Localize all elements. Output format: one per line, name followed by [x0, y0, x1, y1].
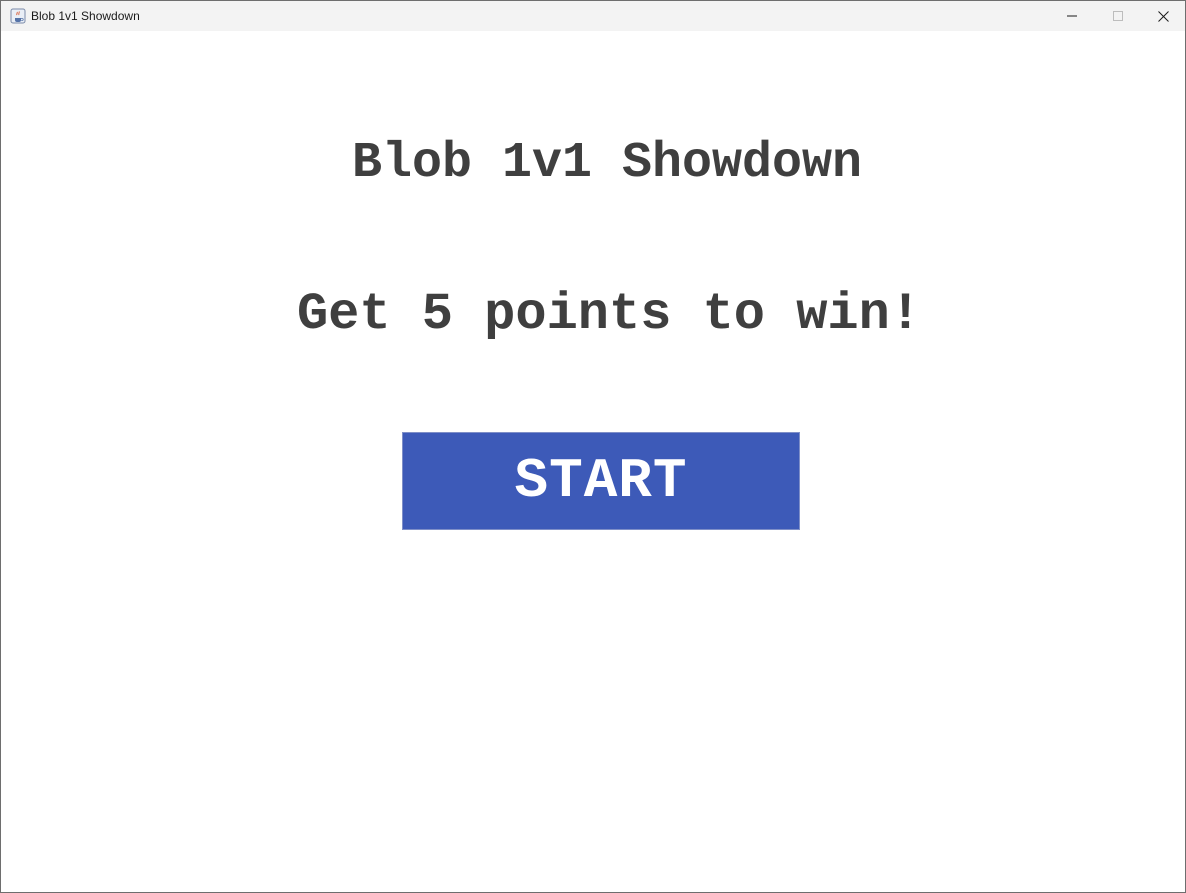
app-window: Blob 1v1 Showdown Blob 1v1 Showdown Get … [0, 0, 1186, 893]
maximize-icon [1113, 11, 1123, 21]
start-button[interactable]: START [402, 432, 800, 530]
game-title: Blob 1v1 Showdown [351, 135, 863, 192]
win-condition-text: Get 5 points to win! [296, 285, 922, 344]
window-title: Blob 1v1 Showdown [31, 9, 140, 23]
close-icon [1157, 10, 1169, 22]
minimize-button[interactable] [1049, 1, 1095, 31]
title-bar[interactable]: Blob 1v1 Showdown [1, 1, 1185, 31]
close-button[interactable] [1140, 1, 1185, 31]
start-button-label: START [514, 449, 688, 513]
maximize-button[interactable] [1095, 1, 1141, 31]
game-menu-screen: Blob 1v1 Showdown Get 5 points to win! S… [1, 31, 1185, 892]
java-cup-icon [10, 8, 26, 24]
minimize-icon [1067, 15, 1077, 17]
